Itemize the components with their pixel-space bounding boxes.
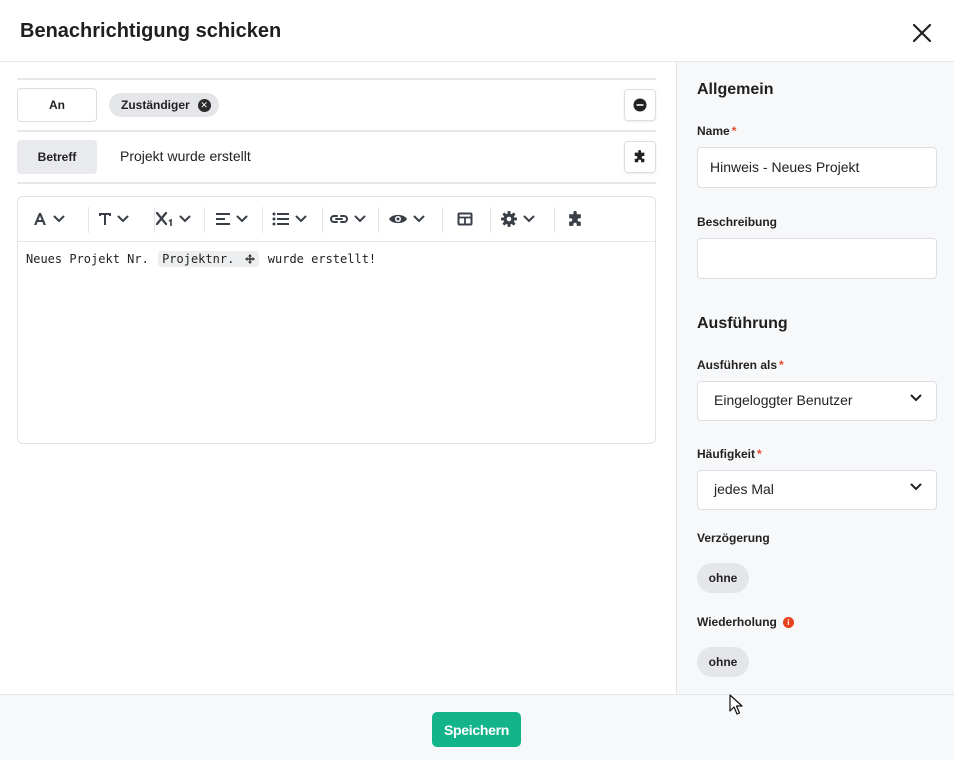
dialog-footer: Speichern — [0, 694, 954, 760]
font-color-icon — [34, 213, 46, 225]
name-label: Name * — [697, 124, 736, 138]
subscript-button[interactable] — [156, 207, 191, 231]
repeat-pill[interactable]: ohne — [697, 647, 749, 677]
frequency-label-text: Häufigkeit — [697, 447, 756, 461]
dialog-title: Benachrichtigung schicken — [20, 20, 282, 42]
toolbar-separator — [204, 207, 205, 233]
toolbar-separator — [154, 207, 155, 233]
toolbar-separator — [554, 207, 555, 233]
list-icon — [272, 212, 289, 226]
text-format-button[interactable] — [98, 207, 129, 231]
toolbar-separator — [262, 207, 263, 233]
name-label-text: Name — [697, 124, 730, 138]
message-panel: An Zuständiger ✕ Betreff Projekt wurde e… — [0, 62, 676, 694]
preview-button[interactable] — [388, 207, 425, 231]
align-button[interactable] — [215, 207, 248, 231]
chevron-down-icon — [523, 215, 535, 223]
run-as-label: Ausführen als * — [697, 358, 784, 372]
name-input[interactable]: Hinweis - Neues Projekt — [697, 147, 937, 188]
chevron-down-icon — [179, 215, 191, 223]
delay-label: Verzögerung — [697, 531, 770, 545]
editor-toolbar — [18, 197, 655, 242]
subject-button[interactable]: Betreff — [17, 140, 97, 174]
frequency-value: jedes Mal — [714, 481, 774, 497]
add-recipient-button[interactable] — [624, 89, 656, 121]
description-input[interactable] — [697, 238, 937, 279]
placeholder-chip-label: Projektnr. — [162, 252, 235, 266]
chevron-down-icon — [354, 215, 366, 223]
editor-text-after: wurde erstellt! — [267, 252, 377, 266]
chevron-down-icon — [910, 394, 922, 402]
font-color-button[interactable] — [32, 207, 65, 231]
delay-pill[interactable]: ohne — [697, 563, 749, 593]
toolbar-separator — [88, 207, 89, 233]
chevron-down-icon — [236, 215, 248, 223]
recipient-tag: Zuständiger ✕ — [109, 93, 219, 117]
frequency-select[interactable]: jedes Mal — [697, 470, 937, 510]
repeat-label: Wiederholung i — [697, 615, 794, 629]
run-as-select[interactable]: Eingeloggter Benutzer — [697, 381, 937, 421]
repeat-label-text: Wiederholung — [697, 615, 777, 629]
recipient-tag-label: Zuständiger — [121, 98, 190, 112]
settings-sidebar: Allgemein Name * Hinweis - Neues Projekt … — [676, 62, 954, 694]
toolbar-separator — [378, 207, 379, 233]
required-marker: * — [757, 447, 762, 461]
text-format-icon — [99, 213, 111, 225]
align-icon — [216, 213, 230, 225]
required-marker: * — [731, 124, 737, 138]
add-circle-icon — [633, 98, 647, 112]
puzzle-icon — [634, 150, 645, 163]
table-button[interactable] — [457, 207, 473, 231]
placeholder-button[interactable] — [567, 207, 584, 231]
run-as-value: Eingeloggter Benutzer — [714, 392, 853, 408]
table-icon — [457, 212, 473, 226]
settings-button[interactable] — [500, 207, 535, 231]
save-button[interactable]: Speichern — [432, 712, 521, 747]
editor-text-before: Neues Projekt Nr. — [26, 252, 149, 266]
chevron-down-icon — [413, 215, 425, 223]
rich-text-editor[interactable]: Neues Projekt Nr. Projektnr. wurde erste… — [17, 196, 656, 444]
close-icon[interactable] — [909, 20, 935, 46]
divider — [17, 130, 656, 132]
required-marker: * — [779, 358, 784, 372]
chevron-down-icon — [117, 215, 129, 223]
remove-tag-icon[interactable]: ✕ — [197, 98, 211, 112]
description-label: Beschreibung — [697, 215, 778, 229]
chevron-down-icon — [295, 215, 307, 223]
recipients-button[interactable]: An — [17, 88, 97, 122]
preview-icon — [389, 214, 407, 224]
editor-content[interactable]: Neues Projekt Nr. Projektnr. wurde erste… — [26, 251, 376, 267]
general-section-title: Allgemein — [697, 81, 774, 98]
toolbar-separator — [442, 207, 443, 233]
chevron-down-icon — [910, 483, 922, 491]
subject-value[interactable]: Projekt wurde erstellt — [120, 148, 251, 164]
mouse-cursor-icon — [729, 694, 743, 715]
toolbar-separator — [322, 207, 323, 233]
divider — [17, 182, 656, 184]
subscript-icon — [156, 211, 172, 226]
settings-icon — [501, 211, 517, 227]
link-icon — [330, 215, 348, 223]
dialog-header: Benachrichtigung schicken — [0, 0, 954, 62]
frequency-label: Häufigkeit * — [697, 447, 762, 461]
puzzle-icon — [569, 210, 581, 226]
move-icon[interactable] — [244, 254, 255, 264]
insert-placeholder-button[interactable] — [624, 141, 656, 173]
info-icon[interactable]: i — [782, 617, 794, 628]
placeholder-chip[interactable]: Projektnr. — [158, 251, 259, 267]
chevron-down-icon — [53, 215, 65, 223]
execution-section-title: Ausführung — [697, 315, 788, 332]
run-as-label-text: Ausführen als — [697, 358, 778, 372]
list-button[interactable] — [272, 207, 307, 231]
link-button[interactable] — [329, 207, 366, 231]
toolbar-separator — [490, 207, 491, 233]
divider — [17, 78, 656, 80]
